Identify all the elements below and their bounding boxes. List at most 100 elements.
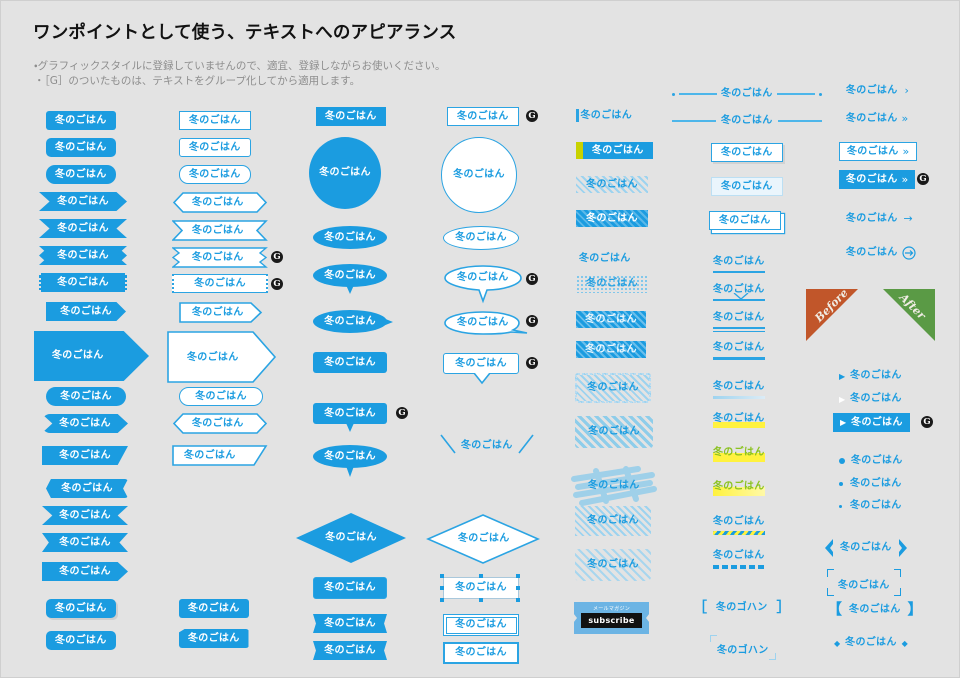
sample-solid-rounded-rect-lg[interactable]: 冬のごはん [46, 165, 116, 184]
sample-hatch-white-text[interactable]: 冬のごはん [576, 311, 646, 328]
sample-triangle-bullet-solid[interactable]: ▶ 冬のごはん [833, 413, 910, 432]
sample-solid-pill-arrow[interactable]: 冬のごはん [46, 479, 128, 498]
sample-bubble-rect-tail[interactable]: 冬のごはん [313, 352, 387, 373]
sample-solid-rounded-rect[interactable]: 冬のごはん [46, 111, 116, 130]
sample-hatch-solid[interactable]: 冬のごはん [576, 210, 648, 227]
sample-dotted-box[interactable]: 冬のごはん [576, 275, 648, 293]
sample-underline-thick[interactable]: 冬のごはん [713, 335, 765, 360]
sample-anchor-points[interactable]: 冬のごはん [440, 574, 520, 602]
sample-solid-ribbon-flag[interactable]: 冬のごはん [42, 506, 128, 525]
sample-bar-left[interactable]: 冬のごはん [576, 109, 632, 122]
sample-hatch-soft-2[interactable]: 冬のごはん [575, 549, 651, 581]
sample-bold-brackets[interactable]: 冬のごはん [821, 538, 911, 558]
sample-bubble-ellipse-point-outline[interactable]: 冬のごはん [443, 310, 531, 340]
sample-bubble-circle[interactable]: 冬のごはん [309, 137, 381, 209]
sample-outline-dotted[interactable]: 冬のごはん [172, 274, 268, 293]
sample-hatch-light[interactable]: 冬のごはん [576, 176, 648, 193]
sample-outline-hex[interactable]: 冬のごはん [172, 413, 268, 438]
sample-rough-hatch[interactable]: 冬のごはん [575, 373, 651, 403]
sample-underline-tail[interactable]: 冬のごはん [713, 277, 765, 301]
sample-outline-round[interactable]: 冬のごはん [179, 165, 251, 184]
sample-outline-big-arrow[interactable]: 冬のごはん [167, 331, 277, 387]
sample-solid-tag-right[interactable]: 冬のごはん [46, 302, 126, 321]
sample-notch-left-2[interactable]: 冬のごはん [313, 641, 387, 660]
sample-box-soft[interactable]: 冬のごはん [711, 177, 783, 196]
sample-tiny-disc-bullet[interactable]: 冬のごはん [839, 501, 902, 511]
sample-square-brackets[interactable]: 【 冬のごはん 】 [827, 602, 923, 617]
sample-outline-tag[interactable]: 冬のごはん [179, 302, 263, 327]
sample-bubble-ellipse-outline[interactable]: 冬のごはん [443, 226, 519, 250]
sample-bubble-rect-tail-2[interactable]: 冬のごはん [313, 403, 387, 432]
sample-underline-hatch[interactable]: 冬のごはん [713, 509, 765, 535]
sample-plain-text[interactable]: 冬のごはん [579, 246, 631, 265]
sample-box-double[interactable]: 冬のごはん [709, 211, 781, 230]
sample-double-border[interactable]: 冬のごはん [443, 614, 519, 636]
sample-chevron-solid[interactable]: 冬のごはん » [839, 170, 916, 189]
sample-underline-double[interactable]: 冬のごはん [713, 305, 765, 333]
sample-rough-hatch-2[interactable]: 冬のごはん [575, 416, 653, 448]
sample-underline[interactable]: 冬のごはん [713, 249, 765, 273]
sample-solid-soft-rect[interactable]: 冬のごはん [46, 631, 116, 650]
sample-outline-pill[interactable]: 冬のごはん [179, 387, 263, 406]
sample-outline-rect[interactable]: 冬のごはん [179, 111, 251, 130]
sample-outline-rect-2[interactable]: 冬のごはん [179, 138, 251, 157]
sample-arrow-right[interactable]: 冬のごはん → [846, 212, 913, 225]
sample-solid-big-arrow[interactable]: 冬のごはん [34, 331, 149, 381]
sample-solid-hex-pill[interactable]: 冬のごはん [42, 414, 128, 433]
sample-triangle-bullet[interactable]: ▶ 冬のごはん [839, 371, 902, 381]
sample-corner-brackets[interactable]: 冬のゴハン [710, 635, 776, 660]
subscribe-button-label[interactable]: subscribe [581, 613, 642, 628]
sample-underline-dash[interactable]: 冬のごはん [713, 543, 765, 569]
sample-solid-rounded-rect-sm[interactable]: 冬のごはん [46, 138, 116, 157]
sample-lime-bar[interactable]: 冬のごはん [576, 142, 653, 159]
sample-small-disc-bullet[interactable]: 冬のごはん [839, 479, 902, 489]
sample-diamond-outline[interactable]: 冬のごはん [425, 513, 541, 569]
sample-hatch-soft[interactable]: 冬のごはん [575, 506, 651, 536]
sample-highlight-yellow-bold[interactable]: 冬のごはん [713, 440, 765, 462]
sample-solid-rounded-2[interactable]: 冬のごはん [46, 599, 116, 618]
sample-box-shadow[interactable]: 冬のごはん [711, 143, 783, 162]
sample-bubble-ellipse-tail-2[interactable]: 冬のごはん [313, 445, 387, 477]
sample-diamond-marks[interactable]: ◆ 冬のごはん ◆ [834, 638, 908, 648]
sample-disc-bullet[interactable]: 冬のごはん [839, 456, 903, 466]
sample-highlight-gradient[interactable]: 冬のごはん [713, 474, 765, 496]
sample-rule-dots[interactable]: 冬のごはん [672, 89, 822, 99]
sample-solid-arrow-tag[interactable]: 冬のごはん [42, 562, 128, 581]
sample-rounded-inner[interactable]: 冬のごはん [313, 577, 387, 599]
sample-chevron-double[interactable]: 冬のごはん » [846, 112, 908, 125]
sample-triangle-bullet-white[interactable]: ▶ 冬のごはん [839, 394, 902, 404]
sample-bubble-ellipse-tail-outline[interactable]: 冬のごはん [443, 264, 523, 308]
sample-outline-solid-shadow[interactable]: 冬のごはん [179, 629, 249, 648]
sample-highlight-yellow[interactable]: 冬のごはん [713, 406, 765, 428]
sample-outline-chevron[interactable]: 冬のごはん [172, 192, 268, 217]
sample-diamond-solid[interactable]: 冬のごはん [296, 513, 406, 563]
sample-solid-ribbon[interactable]: 冬のごはん [39, 219, 127, 238]
sample-slash-marks[interactable]: 冬のごはん [439, 433, 535, 463]
sample-arrow-circle[interactable]: 冬のごはん [846, 246, 916, 260]
sample-corner-quotes[interactable]: 冬のごはん [827, 569, 901, 596]
sample-subscribe-button[interactable]: メールマガジン subscribe [574, 602, 649, 634]
sample-outline-solid-small[interactable]: 冬のごはん [179, 599, 249, 618]
sample-hatch-white-text-2[interactable]: 冬のごはん [576, 341, 646, 358]
sample-chevron-single[interactable]: 冬のごはん › [846, 84, 909, 97]
sample-bubble-ellipse[interactable]: 冬のごはん [313, 226, 387, 249]
sample-double-border-2[interactable]: 冬のごはん [443, 642, 519, 664]
sample-bubble-ellipse-tail[interactable]: 冬のごはん [313, 264, 387, 294]
sample-outline-ribbon[interactable]: 冬のごはん [171, 220, 268, 245]
sample-chevron-box[interactable]: 冬のごはん » [839, 142, 918, 161]
sample-bubble-ellipse-point[interactable]: 冬のごはん [313, 310, 393, 333]
sample-outline-zigzag[interactable]: 冬のごはん [171, 247, 268, 272]
sample-solid-pill[interactable]: 冬のごはん [46, 387, 126, 406]
sample-brackets-wide[interactable]: ［ 冬のゴハン ］ [693, 601, 791, 615]
sample-solid-dotted-edge[interactable]: 冬のごはん [39, 273, 127, 292]
sample-notch-left[interactable]: 冬のごはん [313, 614, 387, 633]
sample-solid-banner-notch[interactable]: 冬のごはん [42, 533, 128, 552]
sample-outline-parallelogram[interactable]: 冬のごはん [172, 445, 268, 470]
sample-bubble-rect-tail-outline[interactable]: 冬のごはん [443, 353, 519, 385]
sample-bubble-solid-rect[interactable]: 冬のごはん [316, 107, 386, 126]
sample-solid-parallelogram[interactable]: 冬のごはん [42, 446, 128, 465]
sample-underline-faded[interactable]: 冬のごはん [713, 374, 765, 399]
sample-bubble-rect-outline[interactable]: 冬のごはん [447, 107, 519, 126]
sample-bubble-circle-outline[interactable]: 冬のごはん [441, 137, 517, 213]
sample-solid-chevron[interactable]: 冬のごはん [39, 192, 127, 211]
